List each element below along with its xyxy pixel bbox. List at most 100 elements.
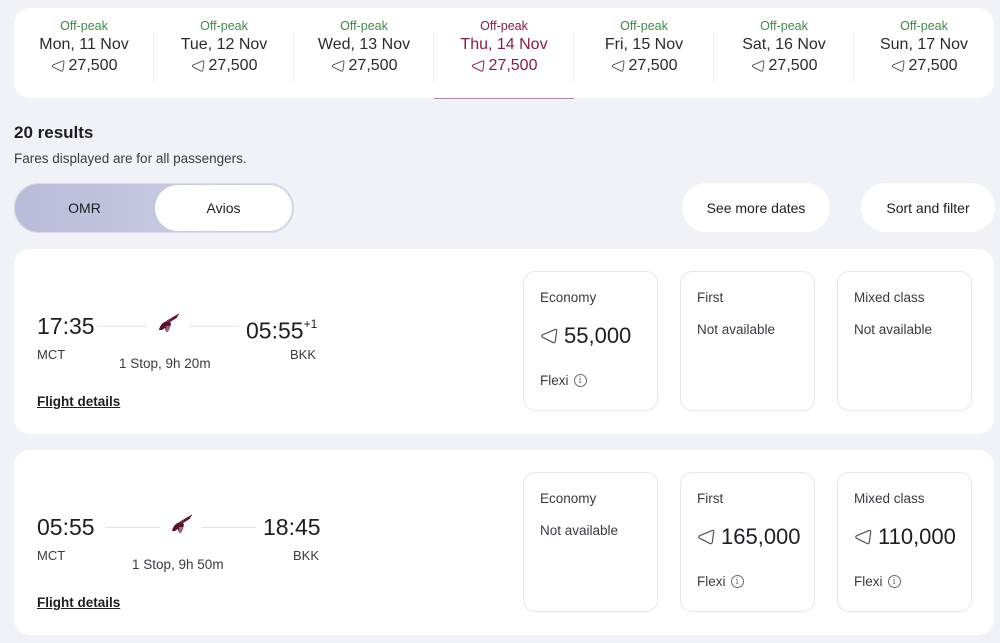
arrival-time-value: 05:55 (246, 317, 304, 344)
departure-time: 05:55 (37, 514, 95, 540)
fare-option-economy: Economy Not available (523, 472, 658, 612)
arrival-time: 05:55+1 (246, 312, 317, 345)
peak-label: Off-peak (620, 19, 668, 33)
fare-class-label: Mixed class (854, 290, 925, 305)
fare-class-label: First (697, 491, 724, 506)
date-selector-strip: Off-peak Mon, 11 Nov 27,500 Off-peak Tue… (14, 8, 994, 99)
qatar-oryx-logo-icon (168, 513, 194, 537)
flight-result-card: 05:55 18:45 MCT BKK 1 Stop, 9h 50m Fligh… (14, 450, 994, 635)
fare-class-label: Economy (540, 491, 597, 506)
toggle-option-omr[interactable]: OMR (16, 185, 153, 231)
avios-icon (751, 59, 765, 73)
date-price: 27,500 (891, 56, 958, 76)
sort-and-filter-button[interactable]: Sort and filter (861, 183, 995, 232)
not-available-label: Not available (854, 322, 933, 337)
date-option[interactable]: Off-peak Sat, 16 Nov 27,500 (714, 8, 854, 98)
toggle-option-avios[interactable]: Avios (155, 185, 292, 231)
fare-type-label: Flexi (540, 373, 569, 388)
avios-icon (51, 59, 65, 73)
date-option-selected[interactable]: Off-peak Thu, 14 Nov 27,500 (434, 8, 574, 99)
route-line (97, 326, 147, 327)
fare-option-economy[interactable]: Economy 55,000 Flexi i (523, 271, 658, 411)
date-price: 27,500 (751, 56, 818, 76)
destination-airport: BKK (290, 347, 317, 362)
route-line (189, 326, 239, 327)
peak-label: Off-peak (480, 19, 528, 33)
destination-airport: BKK (293, 548, 320, 563)
fare-option-first[interactable]: First 165,000 Flexi i (680, 472, 815, 612)
not-available-label: Not available (540, 523, 619, 538)
fare-class-label: Mixed class (854, 491, 925, 506)
date-label: Sun, 17 Nov (879, 36, 969, 53)
origin-airport: MCT (37, 347, 66, 362)
date-label: Fri, 15 Nov (604, 36, 684, 53)
arrival-time-value: 18:45 (263, 514, 321, 540)
results-count: 20 results (14, 123, 94, 142)
arrival-time: 18:45 (263, 513, 321, 541)
date-label: Thu, 14 Nov (460, 36, 548, 53)
fare-option-mixed-class[interactable]: Mixed class 110,000 Flexi i (837, 472, 972, 612)
fare-type: Flexi i (854, 574, 901, 589)
fare-option-first: First Not available (680, 271, 815, 411)
date-label: Tue, 12 Nov (180, 36, 268, 53)
date-price-value: 27,500 (68, 57, 118, 74)
date-price: 27,500 (471, 56, 538, 76)
date-label: Wed, 13 Nov (317, 36, 411, 53)
fare-price-value: 110,000 (878, 524, 956, 549)
fare-option-mixed-class: Mixed class Not available (837, 271, 972, 411)
currency-toggle[interactable]: OMR Avios (14, 183, 294, 233)
origin-airport: MCT (37, 548, 66, 563)
date-price-value: 27,500 (908, 57, 958, 74)
peak-label: Off-peak (900, 19, 948, 33)
date-option[interactable]: Off-peak Tue, 12 Nov 27,500 (154, 8, 294, 98)
date-price: 27,500 (611, 56, 677, 76)
fare-class-label: First (697, 290, 724, 305)
route-line (202, 527, 256, 528)
info-icon[interactable]: i (573, 374, 587, 387)
date-label: Sat, 16 Nov (742, 36, 826, 53)
selected-date-indicator (434, 98, 574, 99)
departure-time: 17:35 (37, 313, 95, 339)
stops-duration: 1 Stop, 9h 20m (119, 356, 211, 371)
date-option[interactable]: Off-peak Wed, 13 Nov 27,500 (294, 8, 434, 98)
date-price-value: 27,500 (488, 57, 538, 74)
qatar-oryx-logo-icon (155, 312, 181, 336)
see-more-dates-button[interactable]: See more dates (682, 183, 830, 232)
fare-price: 55,000 (540, 323, 657, 349)
peak-label: Off-peak (760, 19, 808, 33)
date-price-value: 27,500 (208, 57, 258, 74)
date-option[interactable]: Off-peak Fri, 15 Nov 27,500 (574, 8, 714, 98)
info-icon[interactable]: i (730, 575, 744, 588)
fares-note: Fares displayed are for all passengers. (14, 151, 247, 166)
info-icon[interactable]: i (887, 575, 901, 588)
avios-icon (331, 59, 345, 73)
peak-label: Off-peak (200, 19, 248, 33)
avios-icon (697, 528, 715, 546)
flight-result-card: 17:35 05:55+1 MCT BKK 1 Stop, 9h 20m Fli… (14, 249, 994, 434)
peak-label: Off-peak (60, 19, 108, 33)
date-option[interactable]: Off-peak Mon, 11 Nov 27,500 (14, 8, 154, 98)
date-price-value: 27,500 (768, 57, 818, 74)
flight-details-link[interactable]: Flight details (37, 394, 120, 409)
peak-label: Off-peak (340, 19, 388, 33)
fare-price-value: 165,000 (721, 524, 801, 549)
flight-details-link[interactable]: Flight details (37, 595, 120, 610)
fare-type: Flexi i (540, 373, 587, 388)
route-line (105, 527, 160, 528)
avios-icon (471, 59, 485, 73)
avios-icon (540, 327, 558, 345)
fare-price: 165,000 (697, 524, 814, 550)
fare-class-label: Economy (540, 290, 597, 305)
avios-icon (191, 59, 205, 73)
stops-duration: 1 Stop, 9h 50m (132, 557, 224, 572)
fare-type: Flexi i (697, 574, 744, 589)
day-offset: +1 (303, 317, 318, 331)
fare-type-label: Flexi (697, 574, 726, 589)
date-price-value: 27,500 (348, 57, 398, 74)
date-option[interactable]: Off-peak Sun, 17 Nov 27,500 (854, 8, 994, 98)
not-available-label: Not available (697, 322, 776, 337)
avios-icon (854, 528, 872, 546)
fare-type-label: Flexi (854, 574, 883, 589)
date-price: 27,500 (191, 56, 258, 76)
fare-price-value: 55,000 (564, 323, 632, 348)
